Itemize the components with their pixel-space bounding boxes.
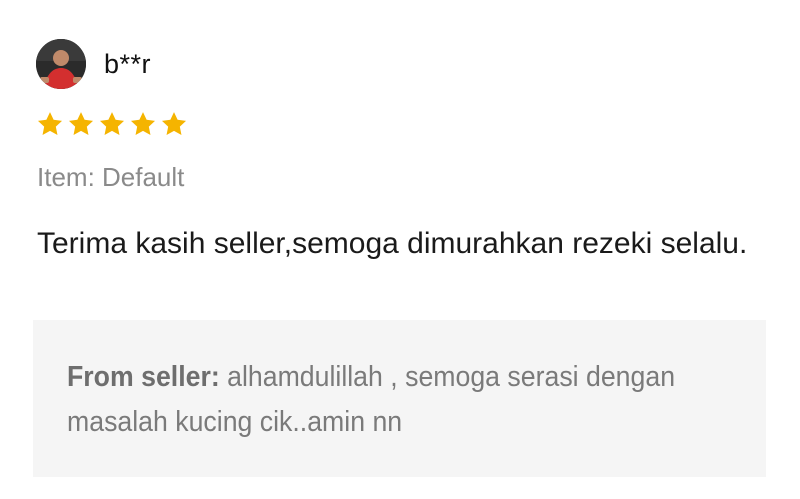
star-icon <box>68 112 94 135</box>
avatar-photo-icon <box>36 39 86 89</box>
item-variation: Item: Default <box>37 162 185 192</box>
seller-reply-label: From seller: <box>67 361 220 393</box>
rating-stars <box>36 110 188 138</box>
review-card: b**r Item: Default Terima kasih seller,s… <box>0 0 800 499</box>
review-comment: Terima kasih seller,semoga dimurahkan re… <box>37 227 748 260</box>
seller-reply-text: From seller: alhamdulillah , semoga sera… <box>67 355 729 445</box>
star-icon <box>130 112 156 135</box>
star-icon <box>37 112 63 135</box>
star-icon <box>161 112 187 135</box>
seller-reply-box: From seller: alhamdulillah , semoga sera… <box>33 320 766 477</box>
reviewer-name: b**r <box>104 48 152 79</box>
star-icon <box>99 112 125 135</box>
reviewer-avatar[interactable] <box>36 39 86 89</box>
reviewer-header: b**r <box>36 38 151 90</box>
